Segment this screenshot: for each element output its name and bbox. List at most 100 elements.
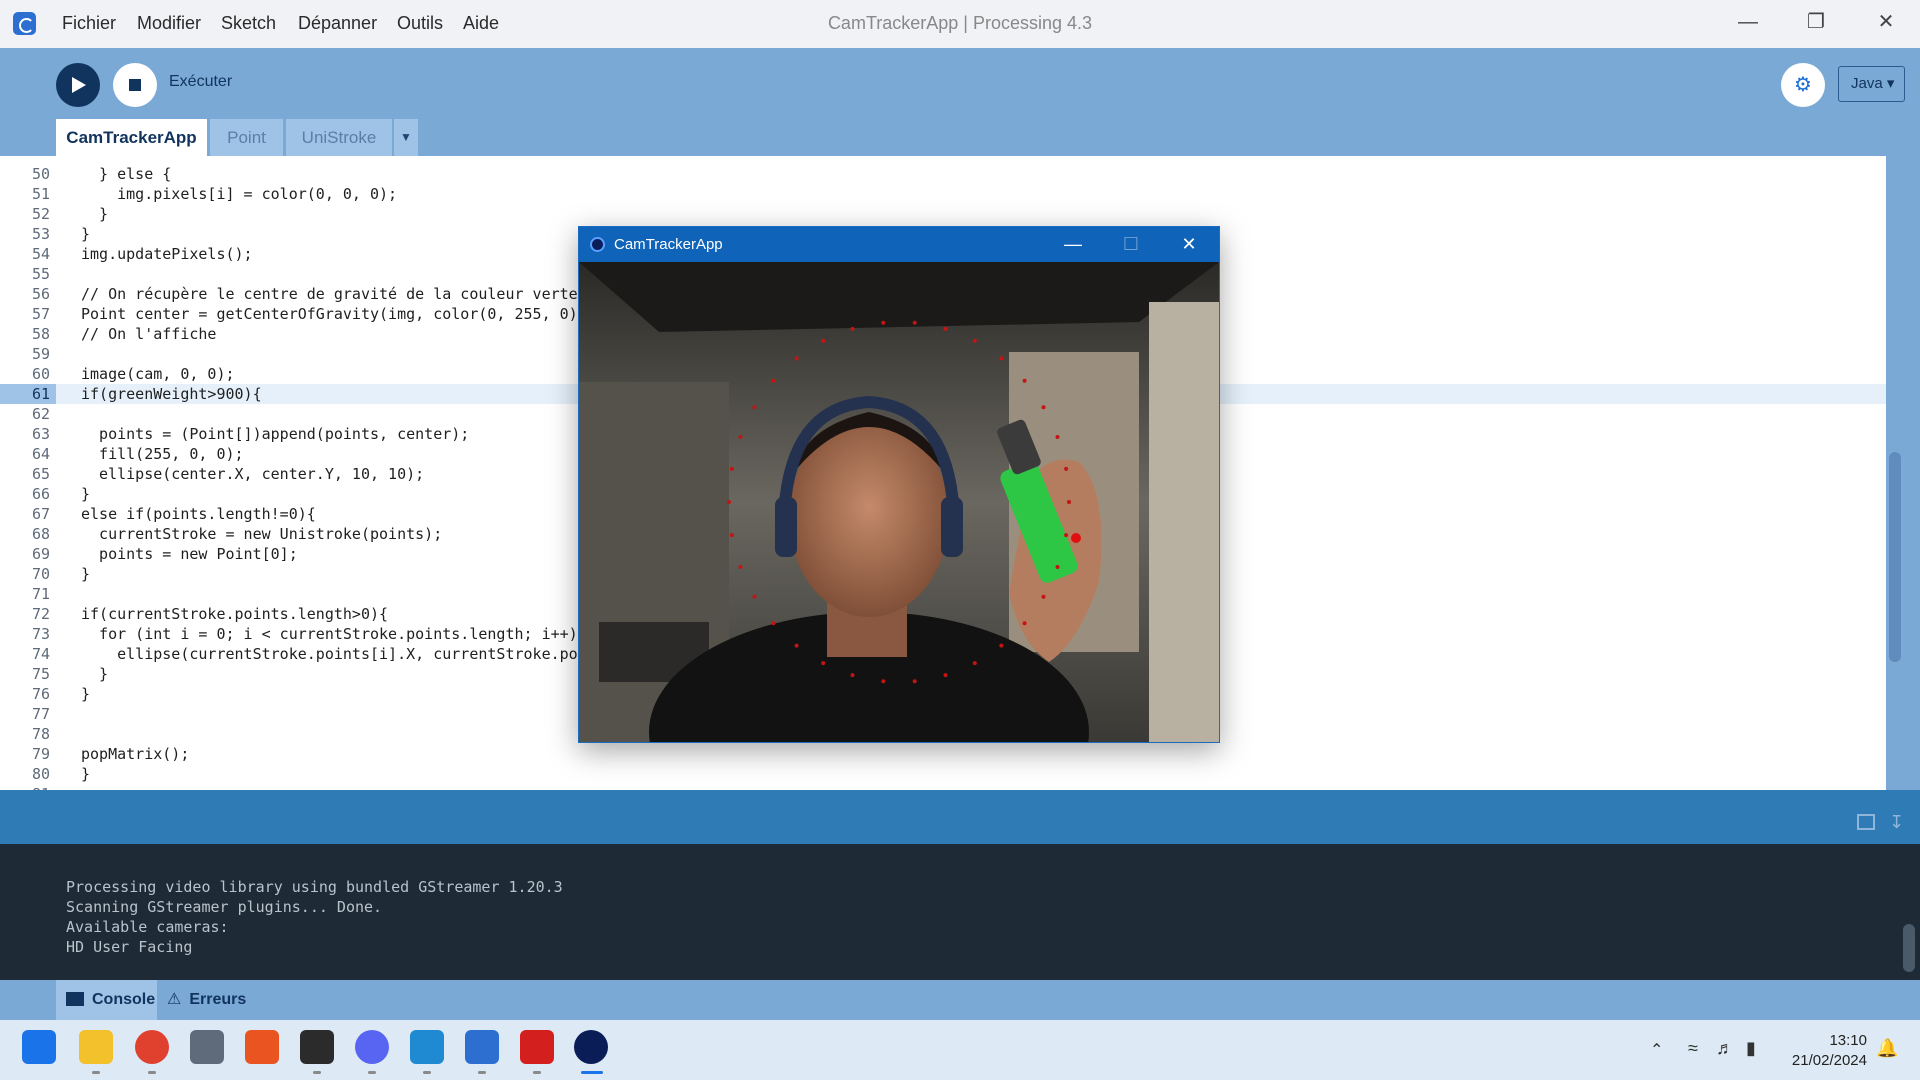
trail-point xyxy=(972,661,977,666)
code-text: points = new Point[0]; xyxy=(81,545,298,563)
tab-errors-label: Erreurs xyxy=(189,991,247,1008)
curtain xyxy=(1149,302,1219,742)
close-button[interactable]: ✕ xyxy=(1852,0,1920,45)
trail-point xyxy=(1055,435,1060,439)
code-line[interactable]: 52 } xyxy=(0,204,1886,224)
tab-console[interactable]: Console xyxy=(56,980,157,1020)
collapse-icon[interactable]: ↧ xyxy=(1889,812,1904,833)
line-number: 55 xyxy=(31,265,50,283)
chevron-up-icon[interactable]: ⌃ xyxy=(1650,1040,1663,1060)
trail-point xyxy=(794,643,799,648)
code-text: } xyxy=(81,485,91,503)
trail-point xyxy=(752,594,757,599)
tab-point[interactable]: Point xyxy=(210,119,283,156)
line-number: 66 xyxy=(31,485,50,503)
sketch-window-title: CamTrackerApp xyxy=(614,236,723,253)
trail-point xyxy=(1022,621,1027,626)
play-icon xyxy=(72,77,86,93)
code-text: // On récupère le centre de gravité de l… xyxy=(81,285,578,303)
line-number: 75 xyxy=(31,665,50,683)
console-line: HD User Facing xyxy=(66,938,193,956)
code-text: } xyxy=(81,685,91,703)
code-line[interactable]: 79 popMatrix(); xyxy=(0,744,1886,764)
copy-icon[interactable] xyxy=(1857,814,1875,830)
minimize-button[interactable]: — xyxy=(1714,0,1782,45)
start-icon[interactable] xyxy=(22,1030,56,1064)
ceiling xyxy=(579,262,1219,332)
tab-errors[interactable]: ⚠ Erreurs xyxy=(167,980,277,1020)
trail-point xyxy=(821,338,826,343)
code-text: fill(255, 0, 0); xyxy=(81,445,244,463)
battery-icon[interactable]: ▮ xyxy=(1746,1038,1756,1059)
console-line: Available cameras: xyxy=(66,918,229,936)
chevron-down-icon: ▼ xyxy=(400,130,412,144)
volume-icon[interactable]: ♬ xyxy=(1716,1038,1734,1059)
line-number: 76 xyxy=(31,685,50,703)
trail-point xyxy=(999,643,1004,648)
code-text: // On l'affiche xyxy=(81,325,217,343)
line-number: 73 xyxy=(31,625,50,643)
sketch-close-button[interactable]: ✕ xyxy=(1160,227,1218,262)
trail-point xyxy=(752,405,757,410)
line-number: 67 xyxy=(31,505,50,523)
snipping-tool-icon[interactable] xyxy=(190,1030,224,1064)
code-text: Point center = getCenterOfGravity(img, c… xyxy=(81,305,596,323)
stop-button[interactable] xyxy=(113,63,157,107)
code-text: for (int i = 0; i < currentStroke.points… xyxy=(81,625,596,643)
line-number: 63 xyxy=(31,425,50,443)
console-output: Processing video library using bundled G… xyxy=(0,844,1920,980)
warning-icon: ⚠ xyxy=(167,991,182,1008)
clock[interactable]: 13:10 21/02/2024 xyxy=(1792,1031,1867,1071)
trail-point xyxy=(771,621,776,626)
trail-point xyxy=(727,500,731,504)
trail-point xyxy=(729,466,734,471)
tracking-point xyxy=(1071,533,1081,543)
code-text: popMatrix(); xyxy=(81,745,190,763)
processing-app-icon xyxy=(590,237,605,252)
file-explorer-icon[interactable] xyxy=(79,1030,113,1064)
sketch-minimize-button[interactable]: — xyxy=(1044,227,1102,262)
sketch-window[interactable]: CamTrackerApp — ☐ ✕ xyxy=(578,226,1220,743)
sketch-title-bar: CamTrackerApp — ☐ ✕ xyxy=(579,227,1219,262)
camera-feed xyxy=(579,262,1219,742)
wifi-icon[interactable]: ≈ xyxy=(1688,1038,1698,1059)
chrome-icon[interactable] xyxy=(135,1030,169,1064)
line-number: 77 xyxy=(31,705,50,723)
tab-unistroke[interactable]: UniStroke xyxy=(286,119,392,156)
code-line[interactable]: 80} xyxy=(0,764,1886,784)
trail-point xyxy=(738,565,743,569)
line-number: 71 xyxy=(31,585,50,603)
line-number: 52 xyxy=(31,205,50,223)
title-bar: Fichier Modifier Sketch Dépanner Outils … xyxy=(0,0,1920,48)
trail-point xyxy=(850,673,855,678)
line-number: 69 xyxy=(31,545,50,563)
terminal-icon xyxy=(66,992,84,1006)
debugger-button[interactable]: ⚙ xyxy=(1781,63,1825,107)
code-line[interactable]: 50 } else { xyxy=(0,164,1886,184)
sketch-maximize-button[interactable]: ☐ xyxy=(1102,227,1160,262)
tab-menu-button[interactable]: ▼ xyxy=(394,119,418,156)
vscode-icon[interactable] xyxy=(410,1030,444,1064)
trail-point xyxy=(821,661,826,666)
line-number: 68 xyxy=(31,525,50,543)
terminal-icon[interactable] xyxy=(300,1030,334,1064)
tab-camtrackerapp[interactable]: CamTrackerApp xyxy=(56,119,207,156)
line-number: 74 xyxy=(31,645,50,663)
line-number: 78 xyxy=(31,725,50,743)
debug-icon: ⚙ xyxy=(1794,74,1812,96)
ubuntu-icon[interactable] xyxy=(245,1030,279,1064)
trail-point xyxy=(1041,594,1046,599)
headphone-left xyxy=(775,497,797,557)
run-button[interactable] xyxy=(56,63,100,107)
acrobat-icon[interactable] xyxy=(520,1030,554,1064)
console-tabs: Console ⚠ Erreurs xyxy=(0,980,1920,1020)
processing-icon[interactable] xyxy=(465,1030,499,1064)
console-scrollbar[interactable] xyxy=(1903,924,1915,972)
notification-icon[interactable]: 🔔 xyxy=(1876,1038,1898,1059)
editor-scrollbar[interactable] xyxy=(1889,452,1901,662)
code-line[interactable]: 51 img.pixels[i] = color(0, 0, 0); xyxy=(0,184,1886,204)
camtracker-icon[interactable] xyxy=(574,1030,608,1064)
discord-icon[interactable] xyxy=(355,1030,389,1064)
restore-button[interactable]: ❐ xyxy=(1782,0,1850,45)
mode-selector[interactable]: Java ▾ xyxy=(1838,66,1905,102)
